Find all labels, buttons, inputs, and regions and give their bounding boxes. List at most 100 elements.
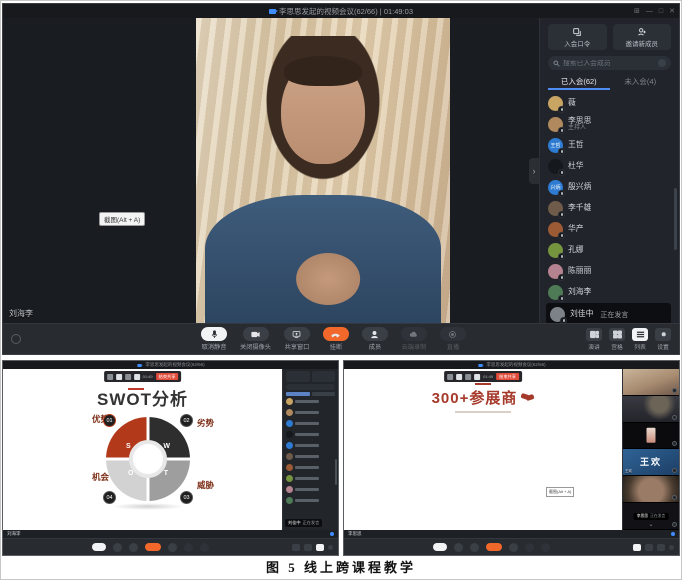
participant-row[interactable]: 刘佳中 正在发言 xyxy=(546,303,671,323)
settings-button[interactable]: 设置 xyxy=(655,328,671,351)
meeting-code-button[interactable] xyxy=(286,371,310,382)
mute-button[interactable] xyxy=(92,543,106,551)
participant-row[interactable]: 孔娜 xyxy=(548,240,671,261)
video-thumbnail[interactable]: 王欢 王欢 王欢 xyxy=(623,449,679,476)
invite-member-button[interactable]: 邀请新成员 xyxy=(613,24,672,50)
end-share-button[interactable]: 结束共享 xyxy=(156,373,179,380)
share-tool-icon[interactable] xyxy=(134,374,140,380)
cloud-record-button[interactable] xyxy=(184,543,193,552)
live-button[interactable] xyxy=(200,543,209,552)
list-view-button[interactable]: 列表 xyxy=(632,328,648,351)
participant-row[interactable]: 杜华 xyxy=(548,156,671,177)
share-tool-icon[interactable] xyxy=(447,374,453,380)
live-button[interactable] xyxy=(541,543,550,552)
video-stage: 截图(Alt + A) 刘海李 › xyxy=(3,18,539,323)
participant-row[interactable]: 陈丽丽 xyxy=(548,261,671,282)
close-icon[interactable]: ✕ xyxy=(669,7,675,15)
grid-view-button[interactable]: 宫格 xyxy=(609,328,625,351)
cloud-record-icon xyxy=(409,330,418,339)
participant-row[interactable]: 李千雄 xyxy=(548,198,671,219)
cloud-record-button[interactable]: 云端录制 xyxy=(401,327,427,351)
video-thumbnail[interactable] xyxy=(623,423,679,450)
expo-share-window: 李思思发起的视频会议(62/66) 01:49 结束共享 300+参展商 xyxy=(343,360,680,556)
grid-view-button[interactable] xyxy=(304,544,312,551)
screenshot-tooltip: 截图(Alt + A) xyxy=(99,212,145,226)
panel-scrollbar[interactable] xyxy=(674,188,677,250)
settings-button[interactable] xyxy=(669,545,674,550)
camera-button[interactable] xyxy=(113,543,122,552)
tab-not-joined[interactable] xyxy=(312,392,336,396)
swot-diagram: S W O T 01 02 03 04 xyxy=(106,417,190,501)
hangup-button[interactable] xyxy=(486,543,502,551)
badge-03: 03 xyxy=(180,491,193,504)
panel-collapse-handle[interactable]: › xyxy=(529,158,539,184)
badge-04: 04 xyxy=(103,491,116,504)
hangup-button[interactable]: 挂断 xyxy=(323,327,349,351)
members-button[interactable] xyxy=(509,543,518,552)
person-icon xyxy=(370,330,379,339)
members-button[interactable]: 成员 xyxy=(362,327,388,351)
layout-switch-icon[interactable]: ⊞ xyxy=(634,7,640,15)
live-button[interactable]: 直播 xyxy=(440,327,466,351)
minimize-icon[interactable]: — xyxy=(646,8,653,15)
share-screen-button[interactable] xyxy=(470,543,479,552)
end-share-button[interactable]: 结束共享 xyxy=(496,373,519,380)
mic-muted-icon xyxy=(558,106,565,113)
share-tool-icon[interactable] xyxy=(107,374,113,380)
hangup-button[interactable] xyxy=(145,543,161,551)
badge-01: 01 xyxy=(103,414,116,427)
participant-panel: 入会口令 邀请新成员 已入会(62) 未入会(4) xyxy=(539,18,679,323)
tab-joined[interactable]: 已入会(62) xyxy=(548,76,610,90)
grid-view-button[interactable] xyxy=(645,544,653,551)
meeting-code-button[interactable]: 入会口令 xyxy=(548,24,607,50)
share-tool-icon[interactable] xyxy=(116,374,122,380)
participant-row[interactable]: 薇 xyxy=(548,93,671,114)
cloud-record-button[interactable] xyxy=(525,543,534,552)
share-tool-icon[interactable] xyxy=(125,374,131,380)
video-thumbnail[interactable] xyxy=(623,396,679,423)
settings-button[interactable] xyxy=(328,545,333,550)
participant-avatar xyxy=(548,222,563,237)
mute-button[interactable] xyxy=(433,543,447,551)
search-filter-icon[interactable] xyxy=(658,59,666,67)
speaking-status: 正在发言 xyxy=(600,310,628,320)
add-person-icon xyxy=(637,27,647,37)
share-tool-icon[interactable] xyxy=(474,374,480,380)
member-search[interactable] xyxy=(548,56,671,70)
speaker-view-button[interactable]: 演讲 xyxy=(586,328,602,351)
participant-name: 刘海李 xyxy=(568,288,591,297)
member-search[interactable] xyxy=(286,384,335,390)
tab-not-joined[interactable]: 未入会(4) xyxy=(610,76,672,90)
speaker-view-button[interactable] xyxy=(633,544,641,551)
speaker-view-button[interactable] xyxy=(292,544,300,551)
share-tool-icon[interactable] xyxy=(456,374,462,380)
participant-row[interactable]: 华产 xyxy=(548,219,671,240)
speaker-video[interactable] xyxy=(196,18,450,323)
maximize-icon[interactable]: □ xyxy=(659,8,663,15)
invite-member-button[interactable] xyxy=(312,371,336,382)
members-button[interactable] xyxy=(168,543,177,552)
video-thumbnail[interactable]: 李思思正在发言 ⌄ xyxy=(623,503,679,530)
slide-title: 300+参展商 xyxy=(432,387,535,408)
participant-row[interactable]: 王哲 王哲 xyxy=(548,135,671,156)
mini-title-text: 李思思发起的视频会议(62/66) xyxy=(486,362,545,368)
camera-button[interactable]: 关闭摄像头 xyxy=(240,327,271,351)
tab-joined[interactable] xyxy=(286,392,310,396)
share-screen-button[interactable]: 共享窗口 xyxy=(284,327,310,351)
slide-title: SWOT分析 xyxy=(3,385,282,410)
share-timer: 01:49 xyxy=(483,374,493,379)
panel-scrollbar[interactable] xyxy=(335,459,337,485)
speaking-toast: 刘佳中 正在发言 xyxy=(285,519,322,527)
share-screen-button[interactable] xyxy=(129,543,138,552)
mute-button[interactable]: 取消静音 xyxy=(201,327,227,351)
camera-button[interactable] xyxy=(454,543,463,552)
list-view-button[interactable] xyxy=(316,544,324,551)
video-thumbnail[interactable] xyxy=(623,476,679,503)
video-thumbnail[interactable] xyxy=(623,369,679,396)
member-search-input[interactable] xyxy=(563,60,655,67)
participant-row[interactable]: 兴炳 殷兴炳 xyxy=(548,177,671,198)
participant-row[interactable]: 李思思 主持人 xyxy=(548,114,671,135)
list-view-button[interactable] xyxy=(657,544,665,551)
share-tool-icon[interactable] xyxy=(465,374,471,380)
participant-row[interactable]: 刘海李 xyxy=(548,282,671,303)
